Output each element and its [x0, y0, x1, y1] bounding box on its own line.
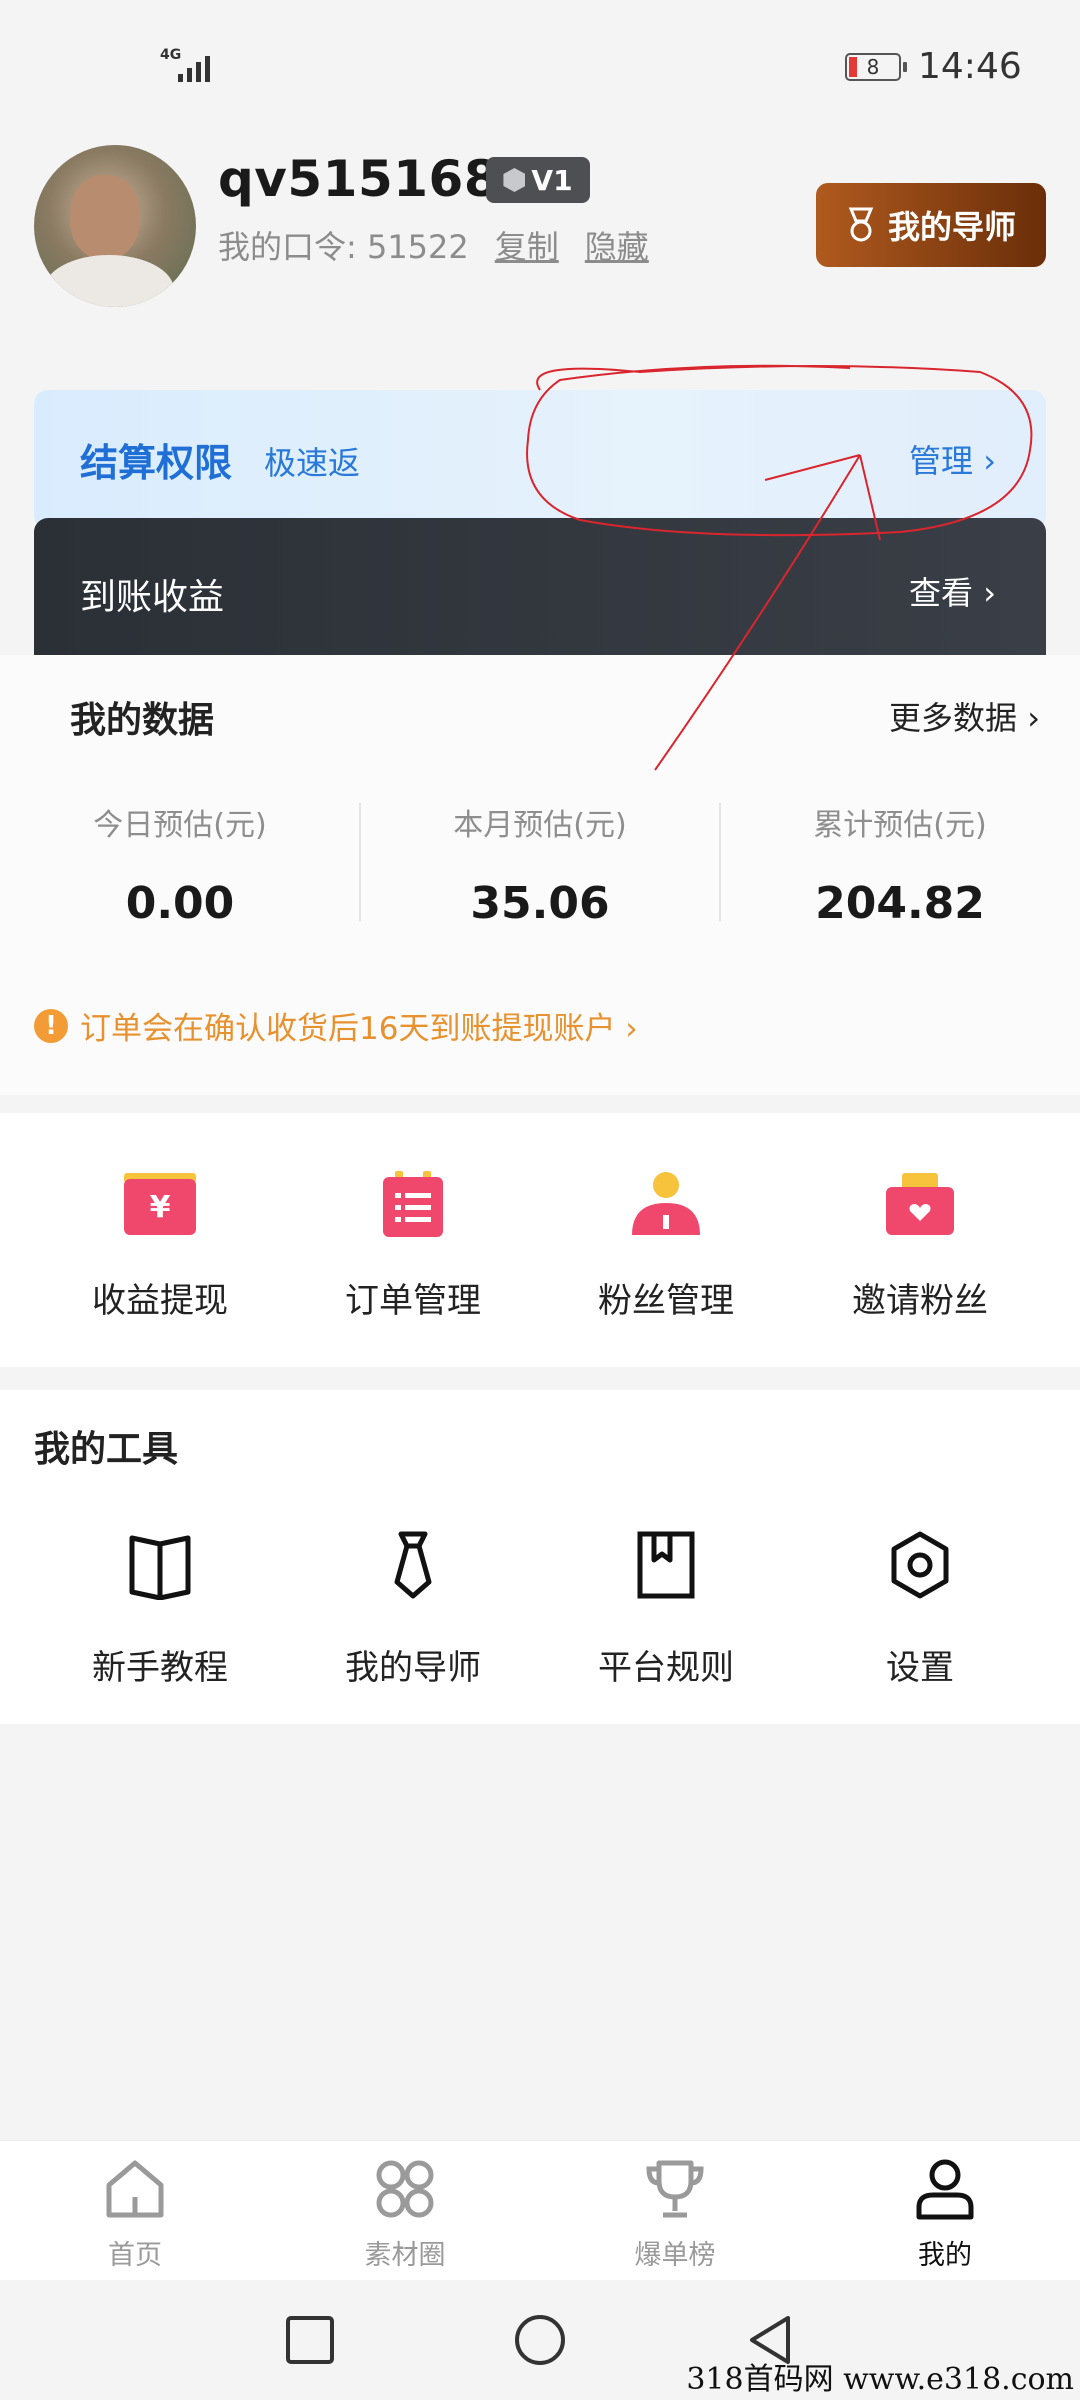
settings-hex-icon	[891, 1531, 949, 1599]
stat-label: 本月预估(元)	[453, 808, 627, 843]
view-link[interactable]: 查看 ›	[909, 568, 996, 614]
invite-code: 我的口令: 51522	[218, 228, 469, 266]
my-mentor-button[interactable]: 我的导师	[816, 183, 1046, 267]
tool-label: 我的导师	[345, 1648, 481, 1688]
medal-icon	[848, 207, 874, 242]
avatar[interactable]	[34, 145, 196, 307]
stat-label: 今日预估(元)	[93, 808, 267, 843]
copy-link[interactable]: 复制	[495, 222, 559, 268]
nav-ranking[interactable]: 爆单榜	[575, 2157, 775, 2272]
level-hex-icon	[503, 168, 526, 192]
status-bar: 4G 8 14:46	[0, 0, 1080, 130]
stat-value: 35.06	[470, 878, 610, 929]
clover-icon	[376, 2160, 434, 2218]
nav-mine[interactable]: 我的	[845, 2157, 1045, 2272]
signal-icon: 4G	[160, 48, 220, 84]
tool-label: 设置	[886, 1648, 954, 1688]
action-fans[interactable]: 粉丝管理	[566, 1169, 766, 1322]
my-mentor-label: 我的导师	[887, 208, 1016, 246]
book-icon	[129, 1535, 191, 1601]
tool-mentor[interactable]: 我的导师	[313, 1530, 513, 1689]
wallet-yen-icon: ¥	[124, 1173, 196, 1235]
tie-icon	[394, 1531, 432, 1599]
action-invite[interactable]: 邀请粉丝	[820, 1169, 1020, 1322]
settlement-title: 结算权限	[80, 441, 233, 485]
svg-text:¥: ¥	[150, 1190, 171, 1225]
my-tools-title: 我的工具	[34, 1429, 179, 1470]
tool-settings[interactable]: 设置	[820, 1530, 1020, 1689]
nav-label: 我的	[918, 2240, 972, 2271]
stat-value: 204.82	[815, 878, 985, 929]
manage-link[interactable]: 管理 ›	[909, 436, 996, 482]
level-badge: V1	[486, 157, 590, 203]
watermark: 318首码网 www.e318.com	[686, 2362, 1074, 2397]
stat-today: 今日预估(元) 0.00	[0, 800, 360, 929]
battery-icon: 8	[845, 53, 907, 81]
invite-envelope-icon	[886, 1173, 954, 1235]
settlement-tag: 极速返	[264, 444, 361, 482]
warning-icon: !	[34, 1008, 68, 1043]
nav-label: 爆单榜	[634, 2240, 716, 2271]
action-label: 粉丝管理	[598, 1281, 734, 1321]
my-data-title: 我的数据	[70, 700, 215, 741]
tool-label: 新手教程	[92, 1648, 228, 1688]
tool-rules[interactable]: 平台规则	[566, 1530, 766, 1689]
stat-value: 0.00	[125, 878, 235, 929]
clock: 14:46	[918, 46, 1022, 87]
invite-code-row: 我的口令: 51522 复制 隐藏	[218, 222, 649, 268]
recents-square-icon[interactable]	[280, 2310, 340, 2370]
action-orders[interactable]: 订单管理	[313, 1169, 513, 1322]
action-label: 订单管理	[345, 1281, 481, 1321]
stat-total: 累计预估(元) 204.82	[720, 800, 1080, 929]
my-tools-section: 我的工具 新手教程 我的导师 平台规则 设置	[0, 1390, 1080, 1724]
quick-actions: ¥ 收益提现 订单管理 粉丝管理 邀请粉丝	[0, 1113, 1080, 1367]
nav-label: 首页	[108, 2240, 162, 2271]
trophy-icon	[646, 2160, 704, 2218]
person-icon	[916, 2159, 974, 2220]
level-text: V1	[531, 163, 573, 197]
nav-home[interactable]: 首页	[35, 2157, 235, 2272]
bottom-nav: 首页 素材圈 爆单榜 我的	[0, 2140, 1080, 2280]
bookmark-icon	[637, 1531, 695, 1599]
arrival-earnings-card[interactable]: 到账收益 查看 ›	[34, 518, 1046, 658]
hide-link[interactable]: 隐藏	[585, 222, 649, 268]
system-nav-bar: 318首码网 www.e318.com	[0, 2282, 1080, 2400]
settlement-notice[interactable]: ! 订单会在确认收货后16天到账提现账户 ›	[34, 1003, 638, 1048]
tool-tutorial[interactable]: 新手教程	[60, 1530, 260, 1689]
my-data-section: 我的数据 更多数据 › 今日预估(元) 0.00 本月预估(元) 35.06 累…	[0, 655, 1080, 1095]
action-label: 邀请粉丝	[852, 1281, 988, 1321]
fans-user-icon	[632, 1172, 700, 1235]
home-circle-icon[interactable]	[510, 2310, 570, 2370]
stat-label: 累计预估(元)	[813, 808, 987, 843]
notice-text: 订单会在确认收货后16天到账提现账户 ›	[80, 1011, 638, 1047]
tool-label: 平台规则	[598, 1648, 734, 1688]
more-data-link[interactable]: 更多数据 ›	[889, 693, 1040, 739]
home-icon	[106, 2160, 164, 2218]
nav-label: 素材圈	[364, 2240, 446, 2271]
action-withdraw[interactable]: ¥ 收益提现	[60, 1169, 260, 1322]
order-list-icon	[383, 1171, 443, 1237]
settlement-card[interactable]: 结算权限 极速返 管理 ›	[34, 390, 1046, 530]
stat-month: 本月预估(元) 35.06	[360, 800, 720, 929]
action-label: 收益提现	[92, 1281, 228, 1321]
nav-materials[interactable]: 素材圈	[305, 2157, 505, 2272]
battery-level: 8	[866, 55, 880, 79]
arrival-title: 到账收益	[80, 577, 225, 618]
